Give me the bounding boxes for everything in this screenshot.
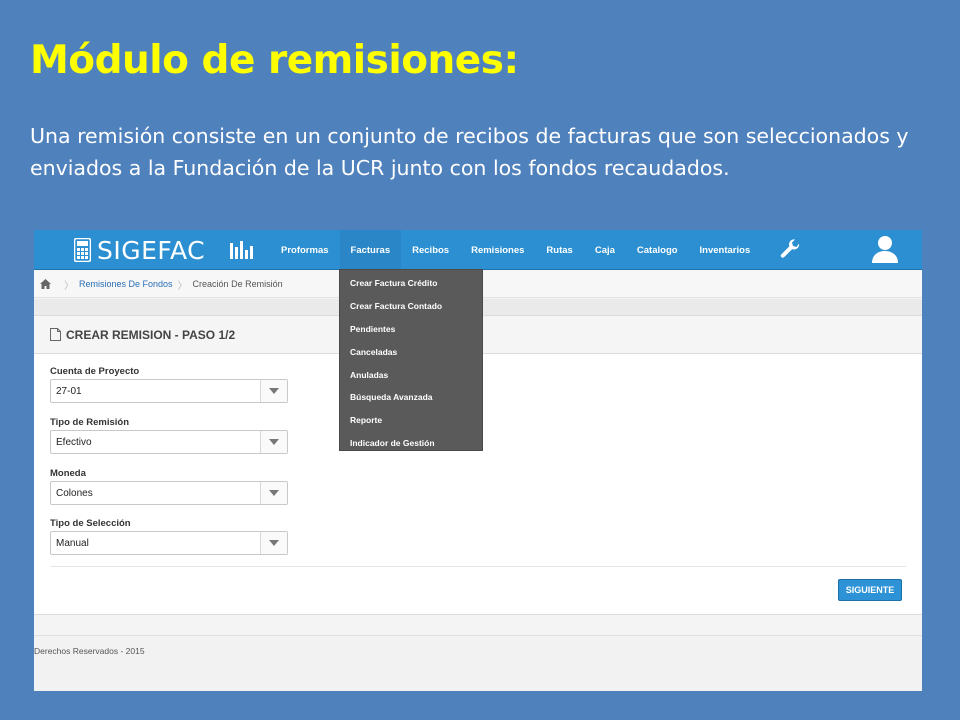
tipo-seleccion-select[interactable]: Manual: [50, 531, 288, 555]
nav-rutas[interactable]: Rutas: [535, 230, 583, 270]
menu-item-crear-factura-credito[interactable]: Crear Factura Crédito: [340, 272, 482, 295]
slide-title: Módulo de remisiones:: [30, 38, 519, 83]
panel-title: CREAR REMISION - PASO 1/2: [66, 327, 236, 342]
menu-item-crear-factura-contado[interactable]: Crear Factura Contado: [340, 295, 482, 318]
field-tipo-seleccion: Tipo de Selección Manual: [50, 518, 288, 555]
menu-item-pendientes[interactable]: Pendientes: [340, 318, 482, 341]
nav-recibos[interactable]: Recibos: [401, 230, 460, 270]
breadcrumb-current: Creación De Remisión: [192, 279, 283, 289]
nav-catalogo[interactable]: Catalogo: [626, 230, 689, 270]
main-nav: Proformas Facturas Recibos Remisiones Ru…: [230, 230, 761, 270]
slide-body-text: Una remisión consiste en un conjunto de …: [30, 124, 909, 180]
breadcrumb-separator: 〉: [177, 280, 188, 292]
chevron-down-icon[interactable]: [260, 431, 287, 453]
app-logo-text: SIGEFAC: [97, 235, 206, 265]
select-value: 27-01: [56, 385, 82, 397]
nav-facturas[interactable]: Facturas: [339, 230, 402, 270]
app-logo[interactable]: SIGEFAC: [74, 235, 206, 265]
field-moneda: Moneda Colones: [50, 468, 288, 505]
field-cuenta-proyecto: Cuenta de Proyecto 27-01: [50, 366, 288, 403]
top-navbar: SIGEFAC Proformas Facturas Recibos Remis…: [34, 230, 922, 270]
app-screenshot: SIGEFAC Proformas Facturas Recibos Remis…: [34, 230, 922, 691]
calculator-icon: [74, 238, 91, 262]
field-tipo-remision: Tipo de Remisión Efectivo: [50, 417, 288, 454]
user-icon[interactable]: [870, 234, 900, 264]
menu-item-canceladas[interactable]: Canceladas: [340, 340, 482, 363]
menu-item-reporte[interactable]: Reporte: [340, 409, 482, 432]
breadcrumb-separator: 〉: [64, 280, 74, 292]
menu-item-busqueda-avanzada[interactable]: Búsqueda Avanzada: [340, 386, 482, 409]
nav-proformas[interactable]: Proformas: [270, 230, 340, 270]
bar-chart-icon[interactable]: [230, 241, 253, 259]
field-label: Tipo de Remisión: [50, 417, 130, 428]
footer-copyright: Derechos Reservados - 2015: [34, 646, 145, 656]
menu-item-indicador-gestion[interactable]: Indicador de Gestión: [340, 432, 482, 455]
chevron-down-icon[interactable]: [260, 532, 287, 554]
siguiente-button[interactable]: SIGUIENTE: [838, 579, 902, 601]
nav-inventarios[interactable]: Inventarios: [689, 230, 762, 270]
form-divider: [50, 566, 906, 567]
facturas-dropdown-menu: Crear Factura Crédito Crear Factura Cont…: [339, 269, 483, 451]
select-value: Manual: [56, 537, 89, 549]
breadcrumb-parent-link[interactable]: Remisiones De Fondos: [79, 279, 173, 289]
field-label: Cuenta de Proyecto: [50, 366, 140, 377]
menu-item-anuladas[interactable]: Anuladas: [340, 363, 482, 386]
home-icon[interactable]: [40, 279, 51, 289]
chevron-down-icon[interactable]: [260, 482, 287, 504]
field-label: Tipo de Selección: [50, 518, 131, 529]
chevron-down-icon[interactable]: [260, 380, 287, 402]
select-value: Efectivo: [56, 436, 92, 448]
tipo-remision-select[interactable]: Efectivo: [50, 430, 288, 454]
nav-remisiones[interactable]: Remisiones: [460, 230, 535, 270]
footer: [34, 635, 922, 691]
moneda-select[interactable]: Colones: [50, 481, 288, 505]
cuenta-proyecto-select[interactable]: 27-01: [50, 379, 288, 403]
nav-caja[interactable]: Caja: [584, 230, 626, 270]
select-value: Colones: [56, 487, 93, 499]
wrench-icon[interactable]: [778, 238, 802, 262]
field-label: Moneda: [50, 468, 86, 479]
document-icon: [50, 328, 61, 341]
